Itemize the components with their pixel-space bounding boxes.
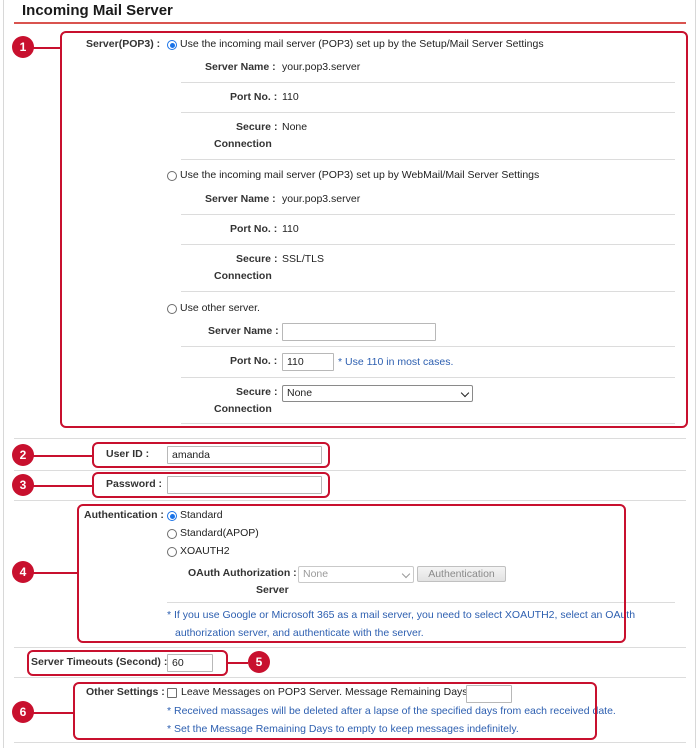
section-divider: [14, 438, 686, 439]
callout-connector-1: [32, 47, 60, 49]
callout-badge-6: 6: [12, 701, 34, 723]
callout-connector-6: [32, 712, 73, 714]
callout-badge-5: 5: [248, 651, 270, 673]
callout-badge-4: 4: [12, 561, 34, 583]
callout-connector-4: [32, 572, 77, 574]
callout-box-6: [73, 682, 597, 740]
section-divider: [14, 677, 686, 678]
callout-box-4: [77, 504, 626, 643]
callout-box-2: [92, 442, 330, 468]
callout-box-1: [60, 31, 688, 428]
section-divider: [14, 500, 686, 501]
callout-connector-2: [32, 455, 92, 457]
section-title: Incoming Mail Server: [22, 2, 173, 19]
callout-connector-3: [32, 485, 92, 487]
callout-box-5: [27, 650, 228, 676]
callout-badge-3: 3: [12, 474, 34, 496]
section-divider: [14, 647, 686, 648]
callout-badge-2: 2: [12, 444, 34, 466]
callout-box-3: [92, 472, 330, 498]
callout-connector-5: [228, 662, 248, 664]
title-underline: [14, 22, 686, 24]
section-divider: [14, 470, 686, 471]
callout-badge-1: 1: [12, 36, 34, 58]
section-divider: [14, 742, 686, 743]
